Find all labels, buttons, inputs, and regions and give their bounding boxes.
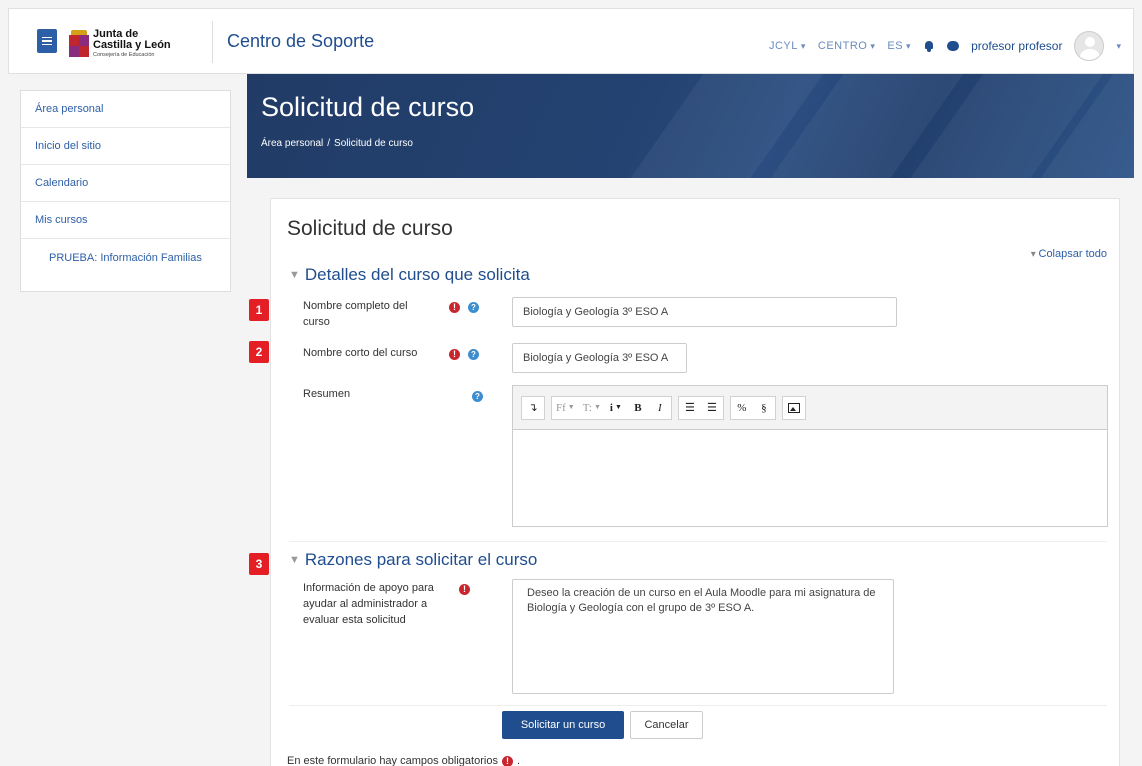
bold-button[interactable]: B xyxy=(627,397,649,419)
required-icon: ! xyxy=(501,755,513,766)
section-divider xyxy=(289,541,1107,542)
breadcrumb-item-area-personal[interactable]: Área personal xyxy=(261,138,323,149)
sidebar-item-inicio[interactable]: Inicio del sitio xyxy=(21,128,230,165)
collapse-triangle-icon: ▼ xyxy=(289,554,300,566)
font-size-button[interactable]: T: ▼ xyxy=(579,397,605,419)
section-reasons[interactable]: ▼ Razones para solicitar el curso xyxy=(289,550,537,570)
logo-line3: Consejería de Educación xyxy=(93,52,155,59)
unlink-button[interactable]: § xyxy=(753,397,775,419)
collapse-all-link[interactable]: Colapsar todo xyxy=(1031,248,1108,260)
italic-button[interactable]: I xyxy=(649,397,671,419)
summary-editor: ↴ Ff ▼ T: ▼ i ▼ B I ☰ ☰ % § xyxy=(512,385,1108,527)
sidebar-item-mis-cursos[interactable]: Mis cursos xyxy=(21,202,230,239)
shortname-label: Nombre corto del curso xyxy=(303,347,418,359)
required-icon: ! xyxy=(449,349,460,360)
page-title: Solicitud de curso xyxy=(261,92,475,122)
coat-of-arms-icon xyxy=(69,30,89,58)
chat-icon[interactable] xyxy=(947,41,960,51)
help-icon[interactable]: ? xyxy=(468,349,479,360)
breadcrumb-separator: / xyxy=(327,138,331,149)
logo-line2: Castilla y León xyxy=(93,39,171,52)
reason-label: Información de apoyo para ayudar al admi… xyxy=(303,582,434,626)
ordered-list-button[interactable]: ☰ xyxy=(701,397,723,419)
site-title[interactable]: Centro de Soporte xyxy=(227,31,374,52)
link-button[interactable]: % xyxy=(731,397,753,419)
sidebar-item-calendario[interactable]: Calendario xyxy=(21,165,230,202)
step-badge-3: 3 xyxy=(249,553,269,575)
menu-centro[interactable]: CENTRO xyxy=(818,40,875,52)
step-badge-2: 2 xyxy=(249,341,269,363)
menu-jcyl[interactable]: JCYL xyxy=(769,40,806,52)
editor-toolbar: ↴ Ff ▼ T: ▼ i ▼ B I ☰ ☰ % § xyxy=(513,386,1107,430)
collapse-triangle-icon: ▼ xyxy=(289,269,300,281)
help-icon[interactable]: ? xyxy=(472,391,483,402)
avatar[interactable] xyxy=(1074,31,1105,61)
insert-image-button[interactable] xyxy=(783,397,805,419)
language-menu[interactable]: ES xyxy=(887,40,911,52)
user-name[interactable]: profesor profesor xyxy=(971,39,1062,53)
form-card: Solicitud de curso Colapsar todo ▼Detall… xyxy=(249,198,1120,766)
section-course-details[interactable]: ▼ Detalles del curso que solicita xyxy=(289,265,530,285)
step-badge-1: 1 xyxy=(249,299,269,321)
sidebar-item-course[interactable]: PRUEBA: Información Familias xyxy=(21,239,230,291)
sidebar-nav: Área personal Inicio del sitio Calendari… xyxy=(20,90,231,292)
font-family-button[interactable]: Ff ▼ xyxy=(552,397,579,419)
form-divider xyxy=(289,705,1107,706)
unordered-list-button[interactable]: ☰ xyxy=(679,397,701,419)
cancel-button[interactable]: Cancelar xyxy=(630,711,703,739)
sidebar-item-area-personal[interactable]: Área personal xyxy=(21,91,230,128)
required-note: En este formulario hay campos obligatori… xyxy=(287,755,521,766)
image-icon xyxy=(787,402,800,413)
required-icon: ! xyxy=(449,302,460,313)
breadcrumb-item-current: Solicitud de curso xyxy=(334,138,413,149)
required-icon: ! xyxy=(459,584,470,595)
page-header: Solicitud de curso Área personal / Solicit… xyxy=(247,74,1134,178)
navbar-right: JCYL CENTRO ES profesor profesor ▾ xyxy=(769,31,1121,61)
toolbar-expand-button[interactable]: ↴ xyxy=(522,397,544,419)
menu-icon[interactable] xyxy=(37,29,57,53)
top-navbar: Junta de Castilla y León Consejería de E… xyxy=(8,8,1134,74)
submit-request-button[interactable]: Solicitar un curso xyxy=(502,711,624,739)
help-icon[interactable]: ? xyxy=(468,302,479,313)
summary-label: Resumen xyxy=(303,388,351,400)
navbar-divider xyxy=(212,21,213,63)
fullname-label: Nombre completo del curso xyxy=(303,300,408,328)
fullname-input[interactable]: Biología y Geología 3º ESO A xyxy=(512,297,897,327)
form-title: Solicitud de curso xyxy=(287,217,453,240)
reason-textarea[interactable]: Deseo la creación de un curso en el Aula… xyxy=(512,579,894,694)
breadcrumb: Área personal / Solicitud de curso xyxy=(261,138,413,149)
bell-icon[interactable] xyxy=(923,40,935,52)
shortname-input[interactable]: Biología y Geología 3º ESO A xyxy=(512,343,687,373)
info-button[interactable]: i ▼ xyxy=(605,397,627,419)
site-logo[interactable]: Junta de Castilla y León Consejería de E… xyxy=(69,21,199,67)
chevron-down-icon[interactable]: ▾ xyxy=(1116,41,1121,52)
